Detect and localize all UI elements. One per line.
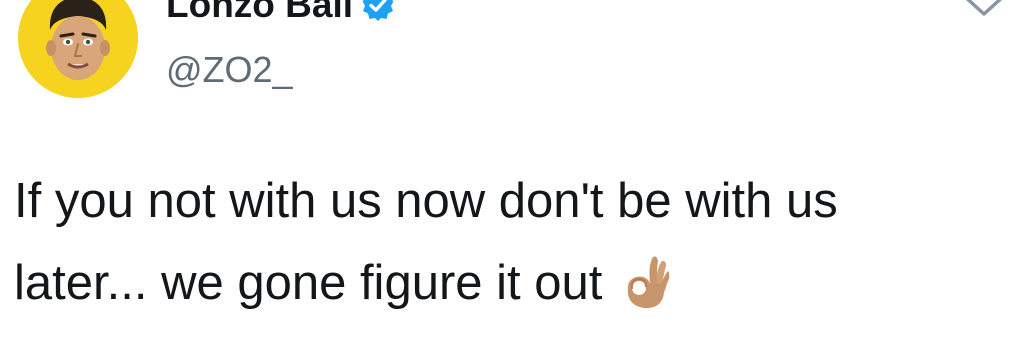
tweet-text-line-1: If you not with us now don't be with us: [14, 174, 838, 228]
display-name[interactable]: Lonzo Ball: [166, 0, 395, 23]
tweet-text: If you not with us now don't be with us …: [14, 160, 1014, 324]
avatar-face-icon: [18, 0, 138, 98]
ok-hand-icon: [620, 253, 670, 311]
user-handle[interactable]: @ZO2_: [166, 52, 293, 88]
verified-badge-icon: [361, 0, 395, 22]
more-options-button[interactable]: [958, 0, 1010, 20]
chevron-down-icon: [965, 0, 1003, 16]
tweet-text-line-2: later... we gone figure it out: [14, 256, 603, 310]
avatar[interactable]: [18, 0, 138, 98]
display-name-text[interactable]: Lonzo Ball: [166, 0, 353, 23]
